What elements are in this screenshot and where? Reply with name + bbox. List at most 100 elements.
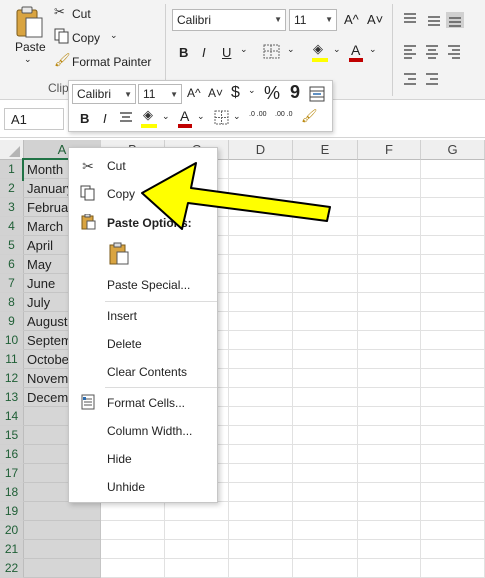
row-header[interactable]: 7 [0, 274, 24, 293]
cell[interactable] [421, 293, 485, 312]
cell[interactable] [358, 559, 421, 578]
menu-item-unhide[interactable]: Unhide [69, 474, 217, 500]
row-header[interactable]: 18 [0, 483, 24, 502]
cell-a[interactable] [24, 540, 101, 559]
paste-icon[interactable] [14, 6, 44, 38]
menu-item-cut[interactable]: ✂ Cut [69, 153, 217, 179]
borders-dropdown-chevron-icon[interactable]: ⌄ [287, 44, 295, 55]
cell[interactable] [229, 255, 293, 274]
row-header[interactable]: 15 [0, 426, 24, 445]
row-header[interactable]: 3 [0, 198, 24, 217]
currency-button[interactable]: $ [231, 84, 240, 102]
scissors-icon[interactable]: ✂ [54, 4, 65, 20]
paste-option-clipboard-icon[interactable] [107, 242, 131, 266]
currency-dropdown-chevron-icon[interactable]: ⌄ [248, 85, 256, 96]
shrink-font-button[interactable]: A˅ [367, 12, 383, 27]
row-header[interactable]: 22 [0, 559, 24, 578]
cell[interactable] [165, 502, 229, 521]
cell[interactable] [229, 179, 293, 198]
horizontal-align-icons[interactable] [402, 44, 482, 60]
cell[interactable] [229, 502, 293, 521]
mini-grow-font-button[interactable]: A^ [187, 86, 201, 100]
cell[interactable] [229, 160, 293, 179]
cell[interactable] [421, 198, 485, 217]
comma-style-button[interactable]: 9 [290, 82, 300, 103]
mini-bold-button[interactable]: B [80, 111, 89, 126]
cell[interactable] [293, 312, 358, 331]
copy-icon[interactable] [54, 28, 70, 44]
cell-a[interactable] [24, 521, 101, 540]
cell[interactable] [293, 274, 358, 293]
cell[interactable] [293, 388, 358, 407]
cell[interactable] [165, 521, 229, 540]
indent-icons[interactable] [402, 72, 482, 86]
cell[interactable] [293, 236, 358, 255]
cell[interactable] [229, 312, 293, 331]
cell[interactable] [421, 502, 485, 521]
cell[interactable] [293, 160, 358, 179]
cell[interactable] [421, 540, 485, 559]
mini-shrink-font-button[interactable]: A˅ [208, 86, 223, 100]
copy-button[interactable]: Copy [72, 31, 100, 45]
increase-decimal-button[interactable]: .0 .00 [249, 111, 271, 118]
cell[interactable] [229, 236, 293, 255]
bold-button[interactable]: B [179, 45, 188, 60]
cell[interactable] [293, 540, 358, 559]
row-header[interactable]: 16 [0, 445, 24, 464]
cell[interactable] [293, 483, 358, 502]
row-header[interactable]: 12 [0, 369, 24, 388]
cell[interactable] [421, 521, 485, 540]
cell[interactable] [101, 502, 165, 521]
font-name-box[interactable]: Calibri ▼ [172, 9, 286, 31]
menu-item-paste-special[interactable]: Paste Special... [69, 272, 217, 298]
row-header[interactable]: 17 [0, 464, 24, 483]
cell[interactable] [229, 369, 293, 388]
row-header[interactable]: 19 [0, 502, 24, 521]
cell[interactable] [421, 407, 485, 426]
cell[interactable] [358, 350, 421, 369]
cell[interactable] [421, 236, 485, 255]
cell[interactable] [421, 217, 485, 236]
cell[interactable] [421, 179, 485, 198]
mini-font-color-icon[interactable]: A [180, 108, 189, 124]
row-header[interactable]: 6 [0, 255, 24, 274]
mini-borders-icon[interactable] [214, 110, 230, 126]
font-color-dropdown-chevron-icon[interactable]: ⌄ [369, 44, 377, 55]
cell[interactable] [358, 236, 421, 255]
grow-font-button[interactable]: A^ [344, 12, 359, 27]
copy-dropdown-chevron-icon[interactable]: ⌄ [110, 30, 118, 41]
fill-dropdown-chevron-icon[interactable]: ⌄ [333, 44, 341, 55]
cell[interactable] [229, 464, 293, 483]
vertical-align-icons[interactable] [402, 12, 482, 28]
cell[interactable] [229, 559, 293, 578]
row-header[interactable]: 8 [0, 293, 24, 312]
cell[interactable] [293, 369, 358, 388]
mini-fill-dropdown-chevron-icon[interactable]: ⌄ [162, 111, 170, 122]
mini-format-painter-icon[interactable]: 🖌 [301, 108, 318, 124]
select-all-corner[interactable] [0, 140, 24, 160]
row-header[interactable]: 1 [0, 160, 24, 179]
cell[interactable] [293, 521, 358, 540]
cell[interactable] [229, 426, 293, 445]
row-header[interactable]: 2 [0, 179, 24, 198]
cell[interactable] [229, 483, 293, 502]
cut-button[interactable]: Cut [72, 7, 91, 21]
mini-font-color-dropdown-chevron-icon[interactable]: ⌄ [197, 111, 205, 122]
cell[interactable] [421, 388, 485, 407]
menu-item-hide[interactable]: Hide [69, 446, 217, 472]
cell[interactable] [421, 369, 485, 388]
cell[interactable] [358, 464, 421, 483]
cell[interactable] [229, 540, 293, 559]
cell[interactable] [358, 521, 421, 540]
cell[interactable] [229, 274, 293, 293]
cell[interactable] [293, 426, 358, 445]
cell[interactable] [229, 198, 293, 217]
format-painter-button[interactable]: Format Painter [72, 55, 151, 69]
cell[interactable] [358, 426, 421, 445]
cell[interactable] [229, 521, 293, 540]
cell[interactable] [358, 274, 421, 293]
cell[interactable] [421, 274, 485, 293]
cell[interactable] [293, 179, 358, 198]
cell[interactable] [421, 426, 485, 445]
menu-item-delete[interactable]: Delete [69, 331, 217, 357]
